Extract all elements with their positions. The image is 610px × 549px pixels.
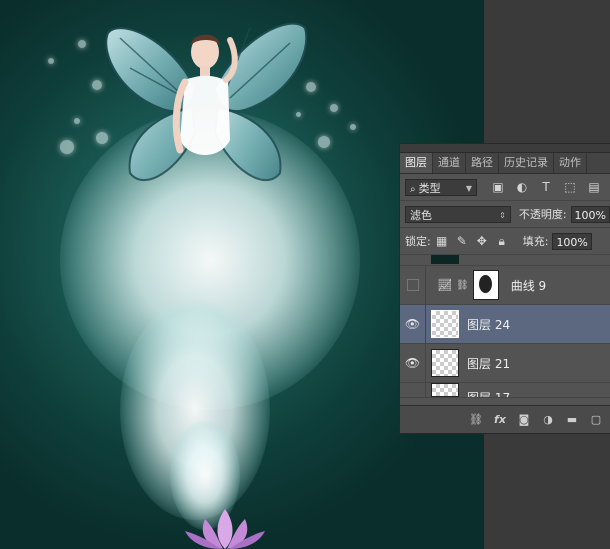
- panel-drag-handle[interactable]: [400, 144, 610, 153]
- layer-row-selected[interactable]: 👁︎ 图层 24: [400, 305, 610, 344]
- layer-row[interactable]: 👁︎ 图层 21: [400, 344, 610, 383]
- lock-position-icon[interactable]: ✥: [473, 232, 491, 250]
- layer-thumbnail: [431, 349, 459, 377]
- eye-icon: 👁︎: [404, 317, 421, 331]
- bokeh-light: [318, 136, 330, 148]
- blend-mode-value: 滤色: [410, 208, 432, 222]
- fill-input[interactable]: 100%: [552, 232, 592, 250]
- tab-paths[interactable]: 路径: [466, 153, 499, 173]
- bokeh-light: [350, 124, 356, 130]
- blend-mode-select[interactable]: 滤色 ⇕: [405, 205, 511, 223]
- panel-tabs: 图层 通道 路径 历史记录 动作: [400, 153, 610, 174]
- shape-filter-icon[interactable]: ⬚: [561, 178, 579, 196]
- visibility-toggle[interactable]: 👁︎: [400, 305, 426, 343]
- opacity-input[interactable]: 100%: [570, 205, 610, 223]
- tab-channels[interactable]: 通道: [433, 153, 466, 173]
- lock-all-icon[interactable]: 🔒︎: [493, 232, 511, 250]
- chevron-down-icon: ▼: [465, 183, 472, 193]
- lotus-flower: [185, 509, 265, 549]
- smart-object-filter-icon[interactable]: ▤: [585, 178, 603, 196]
- bokeh-light: [78, 40, 86, 48]
- pixel-filter-icon[interactable]: ▣: [489, 178, 507, 196]
- blend-row: 滤色 ⇕ 不透明度: 100%: [400, 201, 610, 228]
- empty-checkbox-icon: [406, 279, 419, 291]
- tab-layers[interactable]: 图层: [400, 153, 433, 173]
- bokeh-light: [74, 118, 80, 124]
- new-layer-icon[interactable]: ▢: [586, 411, 606, 429]
- updown-arrows-icon: ⇕: [499, 210, 506, 220]
- eye-icon: 👁︎: [404, 356, 421, 370]
- lock-brush-icon[interactable]: ✎: [453, 232, 471, 250]
- adjustment-filter-icon[interactable]: ◐: [513, 178, 531, 196]
- visibility-toggle[interactable]: [400, 383, 426, 397]
- bokeh-light: [330, 104, 338, 112]
- layer-name[interactable]: 图层 17: [467, 389, 510, 397]
- curves-adjustment-icon: 📈︎: [437, 278, 453, 292]
- layer-row-partial[interactable]: 图层 17: [400, 383, 610, 398]
- filter-kind-label: 类型: [418, 181, 441, 195]
- layer-name[interactable]: 图层 24: [467, 316, 510, 333]
- search-icon: ⌕: [410, 183, 416, 195]
- visibility-toggle[interactable]: 👁︎: [400, 344, 426, 382]
- tab-actions[interactable]: 动作: [554, 153, 587, 173]
- lock-transparency-icon[interactable]: ▦: [433, 232, 451, 250]
- filter-kind-select[interactable]: ⌕ 类型 ▼: [405, 178, 477, 196]
- visibility-toggle[interactable]: [400, 266, 426, 304]
- lock-row: 锁定: ▦ ✎ ✥ 🔒︎ 填充: 100%: [400, 228, 610, 255]
- chain-link-icon[interactable]: ⛓: [456, 280, 469, 291]
- panel-bottom-toolbar: ⛓ fx ◙ ◑ ▬ ▢: [400, 405, 610, 433]
- add-mask-icon[interactable]: ◙: [514, 411, 534, 429]
- new-adjustment-icon[interactable]: ◑: [538, 411, 558, 429]
- layers-panel: 图层 通道 路径 历史记录 动作 ⌕ 类型 ▼ ▣ ◐ T ⬚ ▤ 滤色 ⇕ 不透…: [399, 143, 610, 434]
- bokeh-light: [60, 140, 74, 154]
- layer-name[interactable]: 曲线 9: [511, 277, 546, 294]
- layer-row[interactable]: 📈︎ ⛓ 曲线 9: [400, 266, 610, 305]
- tab-history[interactable]: 历史记录: [499, 153, 554, 173]
- filter-row: ⌕ 类型 ▼ ▣ ◐ T ⬚ ▤: [400, 174, 610, 201]
- new-group-icon[interactable]: ▬: [562, 411, 582, 429]
- opacity-label: 不透明度:: [518, 208, 567, 221]
- layer-thumbnail: [431, 255, 459, 264]
- type-filter-icon[interactable]: T: [537, 178, 555, 196]
- bride-figure: [172, 34, 238, 155]
- bokeh-light: [48, 58, 54, 64]
- layer-mask-thumbnail[interactable]: [472, 270, 499, 300]
- layer-thumbnail: [431, 310, 459, 338]
- link-layers-icon[interactable]: ⛓: [466, 411, 486, 429]
- fx-icon[interactable]: fx: [490, 411, 510, 429]
- fill-label: 填充:: [522, 235, 549, 248]
- layer-row-partial[interactable]: [400, 255, 610, 266]
- lock-label: 锁定:: [405, 235, 431, 248]
- layer-thumbnail: [431, 383, 459, 397]
- layer-name[interactable]: 图层 21: [467, 355, 510, 372]
